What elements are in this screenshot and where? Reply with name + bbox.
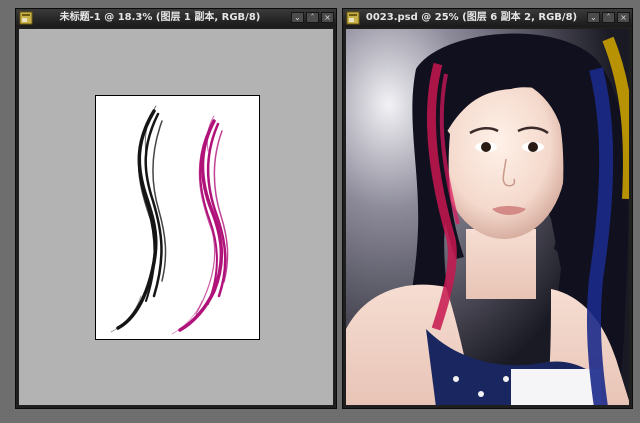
close-button[interactable]: × bbox=[617, 12, 630, 23]
window-title: 0023.psd @ 25% (图层 6 副本 2, RGB/8) bbox=[365, 12, 578, 23]
photo-canvas[interactable] bbox=[346, 29, 629, 405]
maximize-button[interactable]: ˄ bbox=[306, 12, 319, 23]
maximize-button[interactable]: ˄ bbox=[602, 12, 615, 23]
portrait-photo-image bbox=[346, 29, 629, 405]
document-window-untitled[interactable]: 未标题-1 @ 18.3% (图层 1 副本, RGB/8) ⌄ ˄ × bbox=[15, 8, 337, 409]
window-title: 未标题-1 @ 18.3% (图层 1 副本, RGB/8) bbox=[59, 12, 261, 23]
minimize-button[interactable]: ⌄ bbox=[587, 12, 600, 23]
photoshop-document-icon bbox=[346, 11, 360, 25]
document-canvas[interactable] bbox=[95, 95, 260, 340]
window-titlebar[interactable]: 未标题-1 @ 18.3% (图层 1 副本, RGB/8) ⌄ ˄ × bbox=[16, 9, 336, 27]
close-button[interactable]: × bbox=[321, 12, 334, 23]
photoshop-document-icon bbox=[19, 11, 33, 25]
canvas-workspace[interactable] bbox=[19, 29, 333, 405]
window-titlebar[interactable]: 0023.psd @ 25% (图层 6 副本 2, RGB/8) ⌄ ˄ × bbox=[343, 9, 632, 27]
minimize-button[interactable]: ⌄ bbox=[291, 12, 304, 23]
hair-brush-strokes-image bbox=[110, 105, 229, 335]
document-window-0023-psd[interactable]: 0023.psd @ 25% (图层 6 副本 2, RGB/8) ⌄ ˄ × bbox=[342, 8, 633, 409]
